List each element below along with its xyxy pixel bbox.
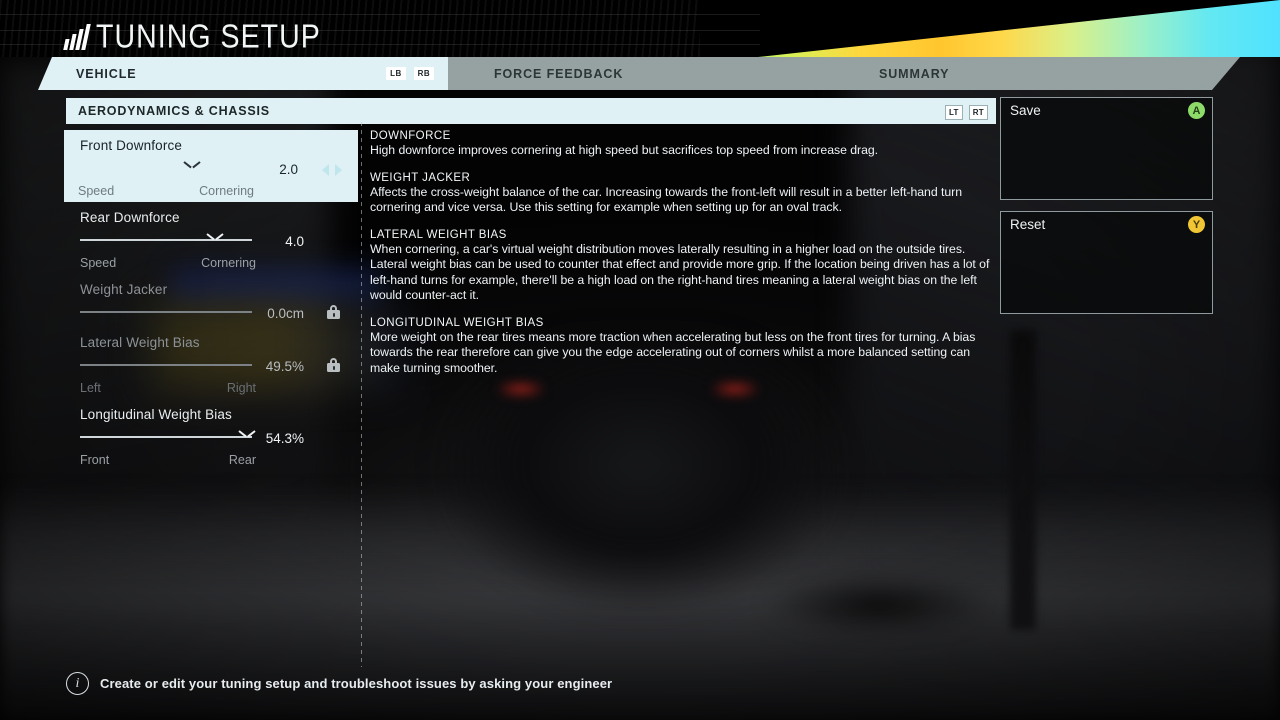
description-body: Affects the cross-weight balance of the … bbox=[370, 184, 962, 215]
setting-end-labels: Speed Cornering bbox=[80, 256, 256, 270]
trigger-hints: LT RT bbox=[944, 105, 988, 120]
setting-value: 54.3% bbox=[265, 431, 304, 446]
setting-end-labels: Front Rear bbox=[80, 453, 256, 467]
tab-force-feedback[interactable]: FORCE FEEDBACK bbox=[494, 57, 623, 90]
setting-slider-track bbox=[80, 311, 252, 313]
arrow-left-icon[interactable] bbox=[322, 164, 329, 176]
lock-icon bbox=[327, 305, 340, 319]
setting-row-longitudinal-weight-bias[interactable]: Longitudinal Weight Bias 54.3% Front Rea… bbox=[66, 399, 358, 471]
description-body: High downforce improves cornering at hig… bbox=[370, 143, 879, 157]
lt-trigger-icon: LT bbox=[944, 105, 963, 120]
setting-value: 49.5% bbox=[265, 359, 304, 374]
reset-button[interactable]: Reset Y bbox=[1000, 211, 1213, 314]
lock-icon bbox=[327, 358, 340, 372]
hint-bar: i Create or edit your tuning setup and t… bbox=[66, 672, 612, 695]
tab-force-feedback-label: FORCE FEEDBACK bbox=[494, 66, 624, 81]
setting-slider-marker[interactable] bbox=[207, 233, 223, 243]
setting-left-label: Left bbox=[80, 381, 101, 395]
tab-bar: VEHICLE LB RB FORCE FEEDBACK SUMMARY bbox=[38, 57, 1240, 90]
setting-label: Rear Downforce bbox=[80, 210, 180, 225]
setting-left-label: Front bbox=[80, 453, 110, 467]
arrow-right-icon[interactable] bbox=[335, 164, 342, 176]
setting-right-label: Right bbox=[226, 381, 256, 395]
setting-value: 2.0 bbox=[279, 162, 298, 177]
description-lateral-weight-bias: LATERAL WEIGHT BIAS When cornering, a ca… bbox=[370, 229, 998, 304]
setting-end-labels: Left Right bbox=[80, 381, 256, 395]
setting-adjust-arrows[interactable] bbox=[322, 164, 342, 176]
setting-slider-track[interactable] bbox=[80, 436, 252, 438]
setting-right-label: Rear bbox=[228, 453, 256, 467]
tuning-setup-screen: TUNING SETUP VEHICLE LB RB FORCE FEEDBAC… bbox=[0, 0, 1280, 720]
setting-left-label: Speed bbox=[78, 184, 115, 198]
section-header: AERODYNAMICS & CHASSIS LT RT bbox=[66, 98, 996, 124]
vertical-divider bbox=[361, 122, 362, 667]
setting-slider-track[interactable] bbox=[80, 239, 252, 241]
description-panel: DOWNFORCE High downforce improves corner… bbox=[370, 130, 998, 389]
setting-right-label: Cornering bbox=[201, 256, 256, 270]
description-heading: LONGITUDINAL WEIGHT BIAS bbox=[370, 316, 544, 329]
description-weight-jacker: WEIGHT JACKER Affects the cross-weight b… bbox=[370, 172, 998, 216]
description-heading: WEIGHT JACKER bbox=[370, 171, 471, 184]
description-longitudinal-weight-bias: LONGITUDINAL WEIGHT BIAS More weight on … bbox=[370, 317, 998, 377]
save-label: Save bbox=[1010, 103, 1041, 118]
setting-row-front-downforce[interactable]: Front Downforce 2.0 Speed Cornering bbox=[64, 130, 358, 202]
rt-trigger-icon: RT bbox=[968, 105, 988, 120]
description-heading: LATERAL WEIGHT BIAS bbox=[370, 228, 507, 241]
title-bar: TUNING SETUP bbox=[0, 0, 1280, 57]
tab-summary[interactable]: SUMMARY bbox=[879, 57, 949, 90]
description-heading: DOWNFORCE bbox=[370, 130, 451, 142]
rb-bumper-icon: RB bbox=[413, 67, 434, 80]
setting-right-label: Cornering bbox=[199, 184, 254, 198]
settings-list: Front Downforce 2.0 Speed Cornering Rear… bbox=[64, 130, 358, 471]
setting-slider-track[interactable] bbox=[78, 167, 250, 169]
page-title: TUNING SETUP bbox=[96, 18, 321, 55]
tab-summary-label: SUMMARY bbox=[879, 66, 950, 81]
setting-row-rear-downforce[interactable]: Rear Downforce 4.0 Speed Cornering bbox=[66, 202, 358, 274]
setting-slider-track bbox=[80, 364, 252, 366]
setting-row-weight-jacker[interactable]: Weight Jacker 0.0cm bbox=[66, 274, 358, 327]
setting-row-lateral-weight-bias[interactable]: Lateral Weight Bias 49.5% Left Right bbox=[66, 327, 358, 399]
setting-label: Front Downforce bbox=[80, 138, 183, 153]
description-downforce: DOWNFORCE High downforce improves corner… bbox=[370, 130, 998, 159]
reset-label: Reset bbox=[1010, 217, 1046, 232]
section-title: AERODYNAMICS & CHASSIS bbox=[78, 104, 270, 118]
hint-text: Create or edit your tuning setup and tro… bbox=[100, 676, 613, 691]
y-button-icon[interactable]: Y bbox=[1188, 216, 1205, 233]
tab-vehicle-label: VEHICLE bbox=[76, 66, 137, 81]
tab-vehicle[interactable]: VEHICLE LB RB bbox=[38, 57, 448, 90]
setting-value: 4.0 bbox=[285, 234, 304, 249]
description-body: More weight on the rear tires means more… bbox=[370, 329, 976, 375]
setting-slider-marker[interactable] bbox=[239, 430, 255, 440]
save-button[interactable]: Save A bbox=[1000, 97, 1213, 200]
info-icon: i bbox=[66, 672, 89, 695]
lb-bumper-icon: LB bbox=[386, 67, 406, 80]
setting-label: Longitudinal Weight Bias bbox=[80, 407, 232, 422]
setting-value: 0.0cm bbox=[267, 306, 304, 321]
bumper-hints: LB RB bbox=[386, 67, 434, 80]
setting-slider-marker[interactable] bbox=[184, 161, 200, 171]
a-button-icon[interactable]: A bbox=[1188, 102, 1205, 119]
setting-label: Lateral Weight Bias bbox=[80, 335, 200, 350]
setting-left-label: Speed bbox=[80, 256, 117, 270]
setting-label: Weight Jacker bbox=[80, 282, 168, 297]
description-body: When cornering, a car's virtual weight d… bbox=[370, 241, 990, 303]
setting-end-labels: Speed Cornering bbox=[78, 184, 254, 198]
